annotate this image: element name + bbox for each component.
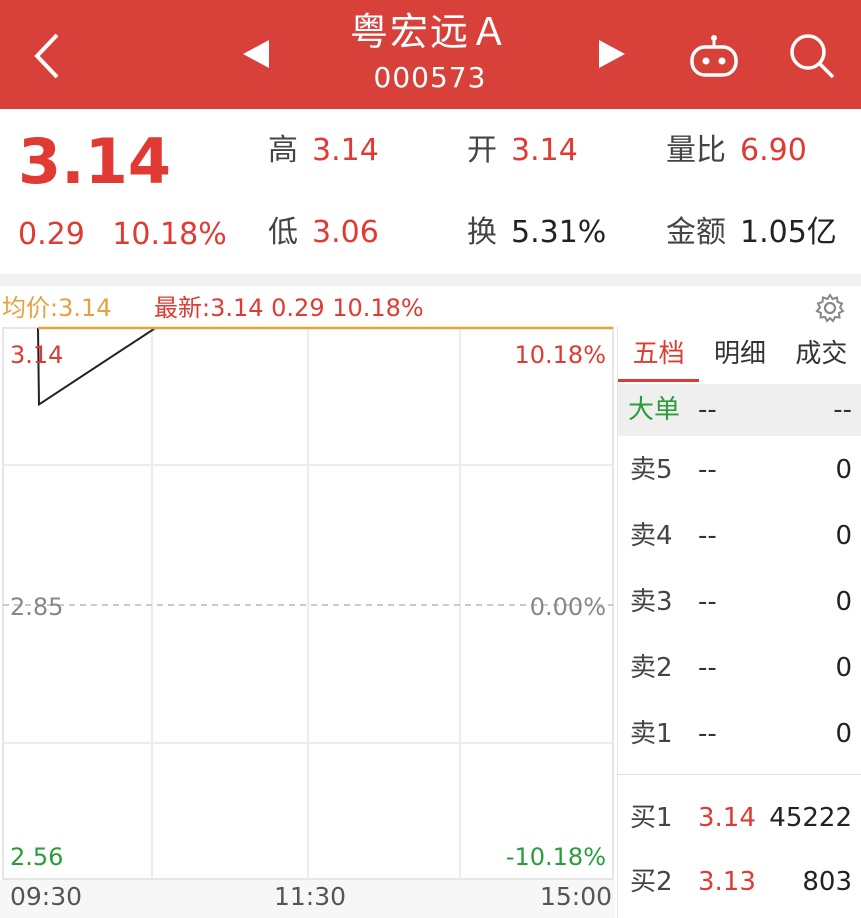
section-divider [0,274,861,286]
amount-label: 金额 [666,215,726,250]
ask-label: 卖1 [630,719,673,749]
search-button[interactable] [784,28,840,84]
price-mid-label: 2.85 [10,593,63,621]
prev-stock-button[interactable] [236,32,276,76]
stock-title: 粤宏远Ａ 000573 [290,6,570,98]
tab-details[interactable]: 明细 [699,326,780,382]
tab-trades[interactable]: 成交 [781,326,861,382]
ask-label: 卖2 [630,653,673,683]
ask-volume: 0 [835,521,852,551]
time-end-label: 15:00 [540,882,613,911]
stock-name: 粤宏远Ａ [349,10,510,54]
amount-value: 1.05亿 [740,215,837,250]
robot-icon [690,35,738,77]
big-order-value-1: -- [698,395,717,425]
big-order-row[interactable]: 大单 -- -- [618,384,861,436]
high-value: 3.14 [312,133,379,168]
bid-label: 买2 [630,867,673,897]
pct-bottom-label: -10.18% [506,843,606,871]
bid-volume: 45222 [769,803,852,833]
price-change: 0.29 10.18% [18,217,245,252]
ask-volume: 0 [835,719,852,749]
price-bottom-label: 2.56 [10,843,63,871]
ask-row-2[interactable]: 卖2 -- 0 [618,638,861,698]
ask-label: 卖4 [630,521,673,551]
turnover-label: 换 [467,215,497,250]
book-separator [618,774,861,775]
quote-panel: 3.14 0.29 10.18% 高 3.14 低 3.06 开 3.14 换 5.31… [0,109,861,274]
bid-label: 买1 [630,803,673,833]
pct-mid-label: 0.00% [530,593,606,621]
chart-canvas: 3.14 2.85 2.56 10.18% 0.00% -10.18% [2,326,614,880]
prev-triangle-icon [243,40,269,68]
next-triangle-icon [599,40,625,68]
ask-price: -- [698,719,717,749]
volume-ratio-item: 量比 6.90 [666,131,807,171]
volume-ratio-label: 量比 [666,133,726,168]
bid-row-2[interactable]: 买2 3.13 803 [618,852,861,912]
big-order-label: 大单 [628,395,681,425]
bid-price: 3.13 [698,867,756,897]
low-value: 3.06 [312,215,379,250]
turnover-item: 换 5.31% [467,213,606,253]
ask-row-4[interactable]: 卖4 -- 0 [618,506,861,566]
latest-price-legend: 最新:3.14 0.29 10.18% [154,294,424,322]
search-icon [790,34,835,79]
ask-row-1[interactable]: 卖1 -- 0 [618,704,861,764]
bid-price: 3.14 [698,803,756,833]
ask-volume: 0 [835,653,852,683]
open-value: 3.14 [511,133,578,168]
ask-volume: 0 [835,455,852,485]
high-label: 高 [268,133,298,168]
robot-assistant-button[interactable] [684,28,744,84]
amount-item: 金额 1.05亿 [666,213,837,253]
ask-row-5[interactable]: 卖5 -- 0 [618,440,861,500]
turnover-value: 5.31% [511,215,607,250]
gear-icon [815,293,845,323]
ask-price: -- [698,587,717,617]
chart-legend: 均价:3.14 最新:3.14 0.29 10.18% [0,290,861,330]
ask-price: -- [698,521,717,551]
bid-row-1[interactable]: 买1 3.14 45222 [618,788,861,848]
ask-volume: 0 [835,587,852,617]
change-amount: 0.29 [18,217,85,252]
pct-top-label: 10.18% [514,341,606,369]
bid-volume: 803 [802,867,852,897]
top-bar: 粤宏远Ａ 000573 [0,0,861,109]
ask-row-3[interactable]: 卖3 -- 0 [618,572,861,632]
next-stock-button[interactable] [592,32,632,76]
price-top-label: 3.14 [10,341,63,369]
time-start-label: 09:30 [10,882,83,911]
ask-price: -- [698,455,717,485]
open-label: 开 [467,133,497,168]
ask-label: 卖3 [630,587,673,617]
intraday-chart[interactable]: 3.14 2.85 2.56 10.18% 0.00% -10.18% [0,325,615,880]
stock-code: 000573 [373,61,487,94]
change-percent: 10.18% [112,217,227,252]
low-label: 低 [268,215,298,250]
ask-price: -- [698,653,717,683]
current-price: 3.14 [18,125,171,198]
time-mid-label: 11:30 [274,882,347,911]
back-icon [34,33,59,79]
avg-price-legend: 均价:3.14 [2,294,112,322]
ask-label: 卖5 [630,455,673,485]
tab-five-levels[interactable]: 五档 [618,326,700,382]
chart-settings-button[interactable] [812,292,848,324]
open-item: 开 3.14 [467,131,578,171]
time-axis: 09:30 11:30 15:00 [0,880,615,918]
volume-ratio-value: 6.90 [740,133,807,168]
big-order-value-2: -- [833,395,852,425]
back-button[interactable] [22,28,72,84]
order-book-panel: 五档 明细 成交 大单 -- -- 卖5 -- 0 卖4 -- 0 卖3 -- … [617,326,861,918]
low-item: 低 3.06 [268,213,379,253]
high-item: 高 3.14 [268,131,379,171]
book-tabs: 五档 明细 成交 [618,326,861,382]
